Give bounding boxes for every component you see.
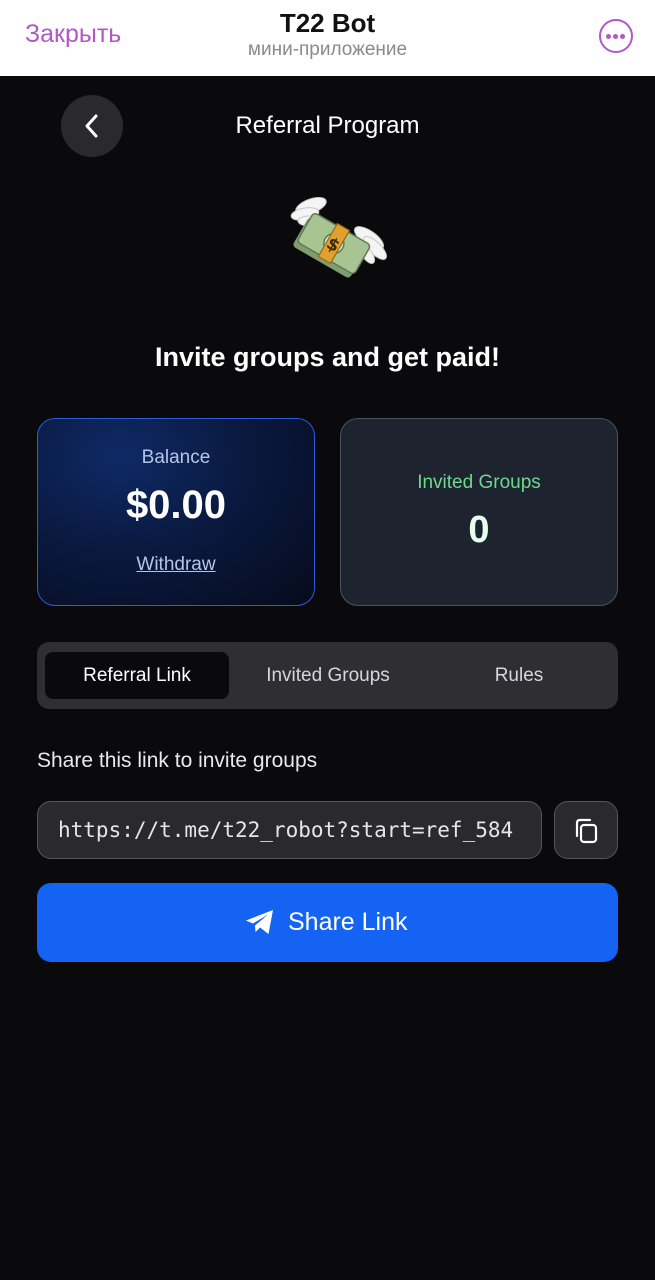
money-with-wings-icon: $ [290, 196, 387, 278]
invited-groups-label: Invited Groups [417, 472, 541, 493]
telegram-plane-icon [246, 910, 273, 934]
tab-bar: Referral Link Invited Groups Rules [37, 642, 618, 709]
share-link-button[interactable]: Share Link [37, 883, 618, 962]
telegram-header: Закрыть T22 Bot мини-приложение [0, 0, 655, 76]
copy-icon [575, 818, 598, 844]
tab-rules[interactable]: Rules [427, 652, 611, 699]
tab-invited-groups[interactable]: Invited Groups [233, 652, 423, 699]
headline: Invite groups and get paid! [154, 342, 500, 372]
referral-link-value: https://t.me/t22_robot?start=ref_584 [58, 818, 514, 842]
balance-card: Balance $0.00 Withdraw [37, 418, 315, 606]
ellipsis-circle-icon[interactable] [599, 19, 633, 53]
invited-groups-card: Invited Groups 0 [340, 418, 618, 606]
share-instructions: Share this link to invite groups [37, 749, 318, 772]
page-title: Referral Program [235, 112, 420, 139]
share-link-label: Share Link [288, 908, 408, 936]
bot-subtitle: мини-приложение [247, 39, 408, 60]
balance-label: Balance [141, 447, 211, 468]
bot-title: T22 Bot [279, 8, 376, 38]
referral-link-field[interactable]: https://t.me/t22_robot?start=ref_584 [37, 801, 542, 859]
withdraw-link[interactable]: Withdraw [38, 554, 314, 576]
balance-value: $0.00 [125, 483, 227, 527]
invited-groups-value: 0 [468, 509, 490, 551]
tab-referral-link[interactable]: Referral Link [45, 652, 229, 699]
copy-button[interactable] [554, 801, 618, 859]
